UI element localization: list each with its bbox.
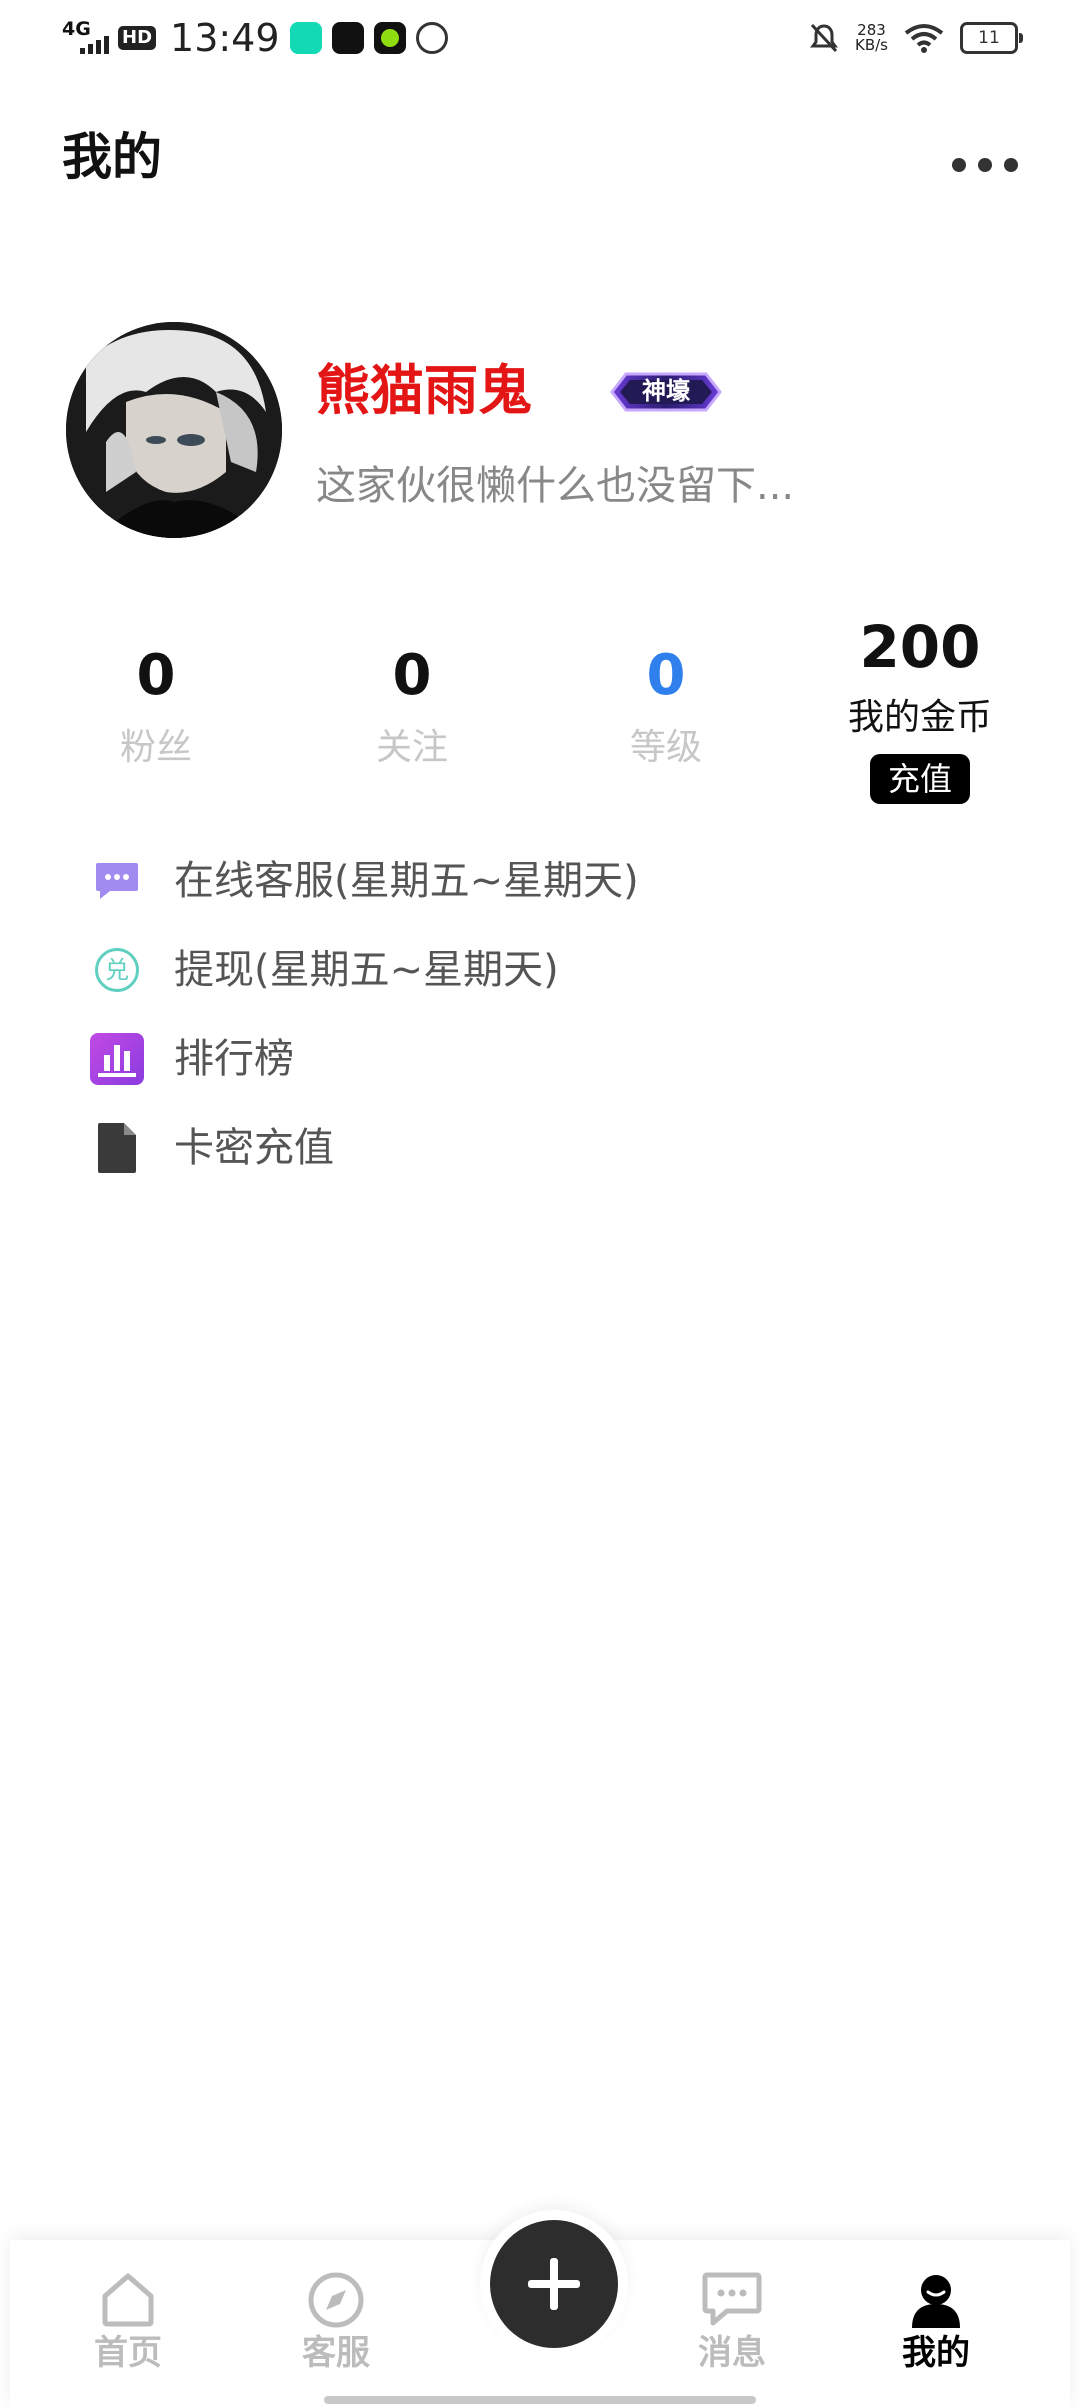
mute-bell-icon — [810, 23, 838, 53]
compass-icon — [304, 2268, 368, 2332]
app-notification-icon — [373, 22, 406, 54]
wifi-icon — [904, 24, 944, 53]
menu-item-customer-service[interactable]: 在线客服(星期五~星期天) — [88, 846, 988, 916]
vip-badge: 神壕 — [606, 364, 726, 420]
home-indicator[interactable] — [324, 2396, 756, 2404]
ranking-icon — [88, 1030, 146, 1088]
document-icon — [88, 1119, 146, 1177]
bottom-navigation: 首页 客服 消息 我的 — [10, 2210, 1070, 2408]
menu-label: 在线客服(星期五~星期天) — [174, 858, 639, 904]
level-label: 等级 — [629, 727, 702, 768]
status-bar: 4G HD 13:49 283 KB/s 11 — [0, 0, 1080, 80]
nav-label: 我的 — [902, 2333, 970, 2373]
coin-balance: 200 — [859, 613, 981, 681]
nav-label: 消息 — [698, 2333, 766, 2373]
menu-item-card-recharge[interactable]: 卡密充值 — [88, 1113, 988, 1183]
coins-stat: 200 我的金币 充值 — [820, 613, 1020, 805]
followers-label: 粉丝 — [119, 727, 192, 768]
app-notification-icon — [331, 22, 364, 54]
page-title: 我的 — [62, 128, 162, 186]
menu-label: 卡密充值 — [174, 1125, 334, 1171]
battery-icon: 11 — [960, 22, 1023, 54]
menu-item-withdraw[interactable]: 兑 提现(星期五~星期天) — [88, 935, 988, 1005]
nav-home[interactable]: 首页 — [58, 2268, 198, 2370]
nav-label: 首页 — [94, 2333, 162, 2373]
signal-icon: 4G — [62, 18, 109, 58]
plus-icon — [528, 2258, 580, 2310]
hd-indicator: HD — [118, 26, 157, 50]
more-options-button[interactable] — [952, 150, 1018, 180]
following-stat[interactable]: 0 关注 — [312, 648, 512, 766]
following-label: 关注 — [375, 727, 448, 768]
exchange-icon-text: 兑 — [105, 956, 129, 984]
level-value: 0 — [646, 643, 686, 708]
nav-messages[interactable]: 消息 — [662, 2268, 802, 2370]
avatar[interactable] — [66, 322, 282, 538]
coin-label: 我的金币 — [847, 697, 992, 738]
chat-icon — [88, 852, 146, 910]
level-stat[interactable]: 0 等级 — [566, 648, 766, 766]
create-post-button[interactable] — [480, 2210, 628, 2358]
followers-count: 0 — [136, 643, 176, 708]
recharge-button[interactable]: 充值 — [869, 754, 970, 805]
profile-icon — [904, 2268, 968, 2332]
menu-item-ranking[interactable]: 排行榜 — [88, 1024, 988, 1094]
badge-text: 神壕 — [642, 377, 690, 405]
menu-label: 排行榜 — [174, 1036, 294, 1082]
home-icon — [96, 2268, 160, 2332]
nav-service[interactable]: 客服 — [266, 2268, 406, 2370]
user-bio: 这家伙很懒什么也没留下... — [316, 463, 795, 509]
nav-profile[interactable]: 我的 — [866, 2268, 1006, 2370]
username: 熊猫雨鬼 — [316, 359, 532, 422]
network-speed: 283 KB/s — [855, 21, 888, 54]
more-icon — [952, 158, 966, 172]
followers-stat[interactable]: 0 粉丝 — [56, 648, 256, 766]
app-notification-icon — [415, 22, 448, 54]
following-count: 0 — [392, 643, 432, 708]
app-notification-icon — [289, 22, 322, 54]
clock: 13:49 — [170, 16, 280, 60]
menu-label: 提现(星期五~星期天) — [174, 947, 559, 993]
nav-label: 客服 — [302, 2333, 370, 2373]
message-icon — [700, 2268, 764, 2332]
exchange-icon: 兑 — [88, 941, 146, 999]
